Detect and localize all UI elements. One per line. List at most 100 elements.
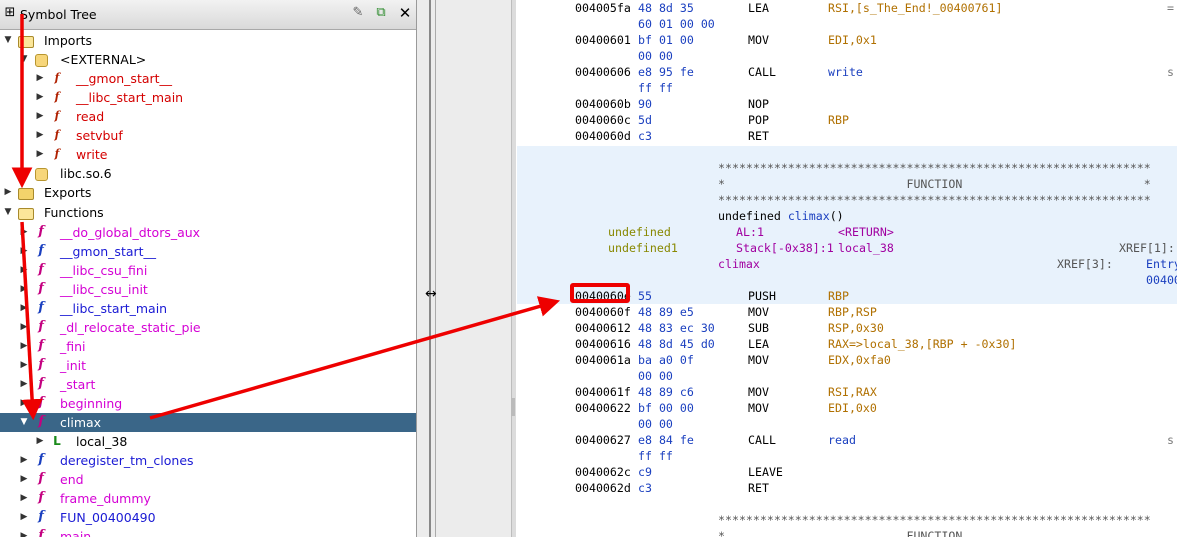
tree-node-function[interactable]: ▶ f _start: [0, 375, 416, 394]
expand-icon[interactable]: ▶: [18, 223, 30, 242]
instruction-operands[interactable]: write: [828, 64, 863, 80]
collapse-icon[interactable]: ▼: [18, 413, 30, 432]
expand-icon[interactable]: ▶: [18, 261, 30, 280]
instruction-address[interactable]: 004005fa: [575, 0, 631, 16]
tree-node-function[interactable]: ▶ f end: [0, 470, 416, 489]
expand-icon[interactable]: ▶: [34, 88, 46, 107]
expand-icon[interactable]: ▶: [34, 145, 46, 164]
tree-node-function-selected[interactable]: ▼ f climax: [0, 413, 416, 432]
tree-node-ext-func[interactable]: ▶ f __gmon_start__: [0, 69, 416, 88]
instruction-address[interactable]: 0040062c: [575, 464, 631, 480]
instruction-mnemonic[interactable]: MOV: [748, 352, 769, 368]
instruction-mnemonic[interactable]: LEAVE: [748, 464, 783, 480]
instruction-address[interactable]: 0040062d: [575, 480, 631, 496]
instruction-operands[interactable]: EDI,0x0: [828, 400, 877, 416]
tree-node-function[interactable]: ▶ f __do_global_dtors_aux: [0, 223, 416, 242]
instruction-operands[interactable]: EDI,0x1: [828, 32, 877, 48]
label-xref-value[interactable]: Entry: [1146, 256, 1177, 272]
instruction-mnemonic[interactable]: RET: [748, 480, 769, 496]
instruction-mnemonic[interactable]: POP: [748, 112, 769, 128]
close-icon[interactable]: ✕: [397, 5, 413, 21]
expand-icon[interactable]: ▶: [18, 470, 30, 489]
instruction-operands[interactable]: RBP: [828, 288, 849, 304]
edit-icon[interactable]: ✎: [350, 5, 366, 21]
tree-node-exports[interactable]: ▶ Exports: [0, 183, 416, 202]
instruction-operands[interactable]: RSP,0x30: [828, 320, 884, 336]
instruction-address[interactable]: 00400627: [575, 432, 631, 448]
instruction-address[interactable]: 0040060f: [575, 304, 631, 320]
tree-node-function[interactable]: ▶ f __gmon_start__: [0, 242, 416, 261]
expand-icon[interactable]: ▶: [2, 183, 14, 202]
snapshot-icon[interactable]: ⧉: [373, 5, 389, 21]
instruction-mnemonic[interactable]: MOV: [748, 384, 769, 400]
instruction-mnemonic[interactable]: MOV: [748, 400, 769, 416]
instruction-address[interactable]: 0040061a: [575, 352, 631, 368]
tree-node-function[interactable]: ▶ f beginning: [0, 394, 416, 413]
function-signature[interactable]: undefined climax(): [718, 208, 844, 224]
expand-icon[interactable]: ▶: [18, 280, 30, 299]
instruction-address[interactable]: 00400622: [575, 400, 631, 416]
panel-splitter[interactable]: ↔: [417, 0, 516, 537]
instruction-operands[interactable]: RSI,RAX: [828, 384, 877, 400]
tree-node-function[interactable]: ▶ f _init: [0, 356, 416, 375]
tree-node-libc[interactable]: libc.so.6: [0, 164, 416, 183]
instruction-mnemonic[interactable]: RET: [748, 128, 769, 144]
tree-node-external[interactable]: ▼ <EXTERNAL>: [0, 50, 416, 69]
instruction-operands[interactable]: RBP: [828, 112, 849, 128]
tree-node-functions[interactable]: ▼ Functions: [0, 203, 416, 222]
expand-icon[interactable]: ▶: [18, 508, 30, 527]
instruction-mnemonic[interactable]: MOV: [748, 304, 769, 320]
expand-icon[interactable]: ▶: [34, 126, 46, 145]
variable-xref[interactable]: XREF[1]:: [1119, 240, 1175, 256]
expand-icon[interactable]: ▶: [18, 356, 30, 375]
instruction-mnemonic[interactable]: LEA: [748, 0, 769, 16]
instruction-address[interactable]: 00400606: [575, 64, 631, 80]
tree-node-function[interactable]: ▶ f frame_dummy: [0, 489, 416, 508]
signature-function-name[interactable]: climax: [788, 209, 830, 223]
instruction-operands[interactable]: RAX=>local_38,[RBP + -0x30]: [828, 336, 1016, 352]
instruction-mnemonic[interactable]: NOP: [748, 96, 769, 112]
expand-icon[interactable]: ▶: [34, 69, 46, 88]
expand-icon[interactable]: ▶: [18, 242, 30, 261]
tree-node-function[interactable]: ▶ f FUN_00400490: [0, 508, 416, 527]
tree-node-ext-func[interactable]: ▶ f __libc_start_main: [0, 88, 416, 107]
instruction-address[interactable]: 0040060b: [575, 96, 631, 112]
expand-icon[interactable]: ▶: [18, 299, 30, 318]
instruction-mnemonic[interactable]: SUB: [748, 320, 769, 336]
expand-icon[interactable]: ▶: [18, 337, 30, 356]
label-xref[interactable]: XREF[3]:: [1057, 256, 1113, 272]
instruction-operands[interactable]: EDX,0xfa0: [828, 352, 891, 368]
instruction-address[interactable]: 00400612: [575, 320, 631, 336]
instruction-operands[interactable]: RSI,[s_The_End!_00400761]: [828, 0, 1003, 16]
splitter-bar[interactable]: [429, 0, 431, 537]
tree-node-function[interactable]: ▶ f main: [0, 527, 416, 537]
tree-node-function[interactable]: ▶ f deregister_tm_clones: [0, 451, 416, 470]
expand-icon[interactable]: ▶: [34, 432, 46, 451]
tree-node-function[interactable]: ▶ f __libc_csu_init: [0, 280, 416, 299]
tree-node-function[interactable]: ▶ f __libc_start_main: [0, 299, 416, 318]
expand-icon[interactable]: ▶: [18, 489, 30, 508]
collapse-icon[interactable]: ▼: [2, 31, 14, 50]
collapse-icon[interactable]: ▼: [2, 203, 14, 222]
label-xref-value[interactable]: 00400: [1146, 272, 1177, 288]
tree-node-ext-func[interactable]: ▶ f write: [0, 145, 416, 164]
instruction-address[interactable]: 00400616: [575, 336, 631, 352]
instruction-operands[interactable]: RBP,RSP: [828, 304, 877, 320]
expand-icon[interactable]: ▶: [18, 451, 30, 470]
expand-icon[interactable]: ▶: [34, 107, 46, 126]
tree-node-function[interactable]: ▶ f _fini: [0, 337, 416, 356]
margin-grip[interactable]: [511, 398, 515, 416]
tree-node-local-var[interactable]: ▶ L local_38: [0, 432, 416, 451]
variable-name[interactable]: local_38: [838, 240, 894, 256]
instruction-operands[interactable]: read: [828, 432, 856, 448]
instruction-mnemonic[interactable]: CALL: [748, 64, 776, 80]
instruction-mnemonic[interactable]: LEA: [748, 336, 769, 352]
expand-icon[interactable]: ▶: [18, 394, 30, 413]
collapse-icon[interactable]: ▼: [18, 50, 30, 69]
expand-icon[interactable]: ▶: [18, 527, 30, 537]
instruction-mnemonic[interactable]: CALL: [748, 432, 776, 448]
tree-node-ext-func[interactable]: ▶ f setvbuf: [0, 126, 416, 145]
tree-node-imports[interactable]: ▼ Imports: [0, 31, 416, 50]
instruction-mnemonic[interactable]: MOV: [748, 32, 769, 48]
instruction-address[interactable]: 0040060c: [575, 112, 631, 128]
